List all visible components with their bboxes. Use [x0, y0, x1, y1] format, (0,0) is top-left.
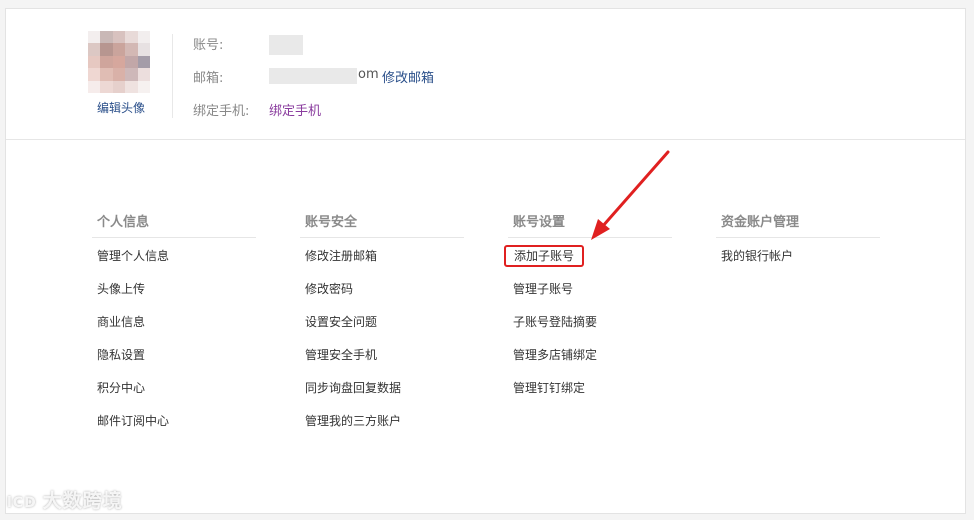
annotation-arrow-icon	[591, 150, 670, 240]
watermark: lCD 大数跨境	[7, 486, 123, 513]
watermark-logo: lCD	[7, 495, 37, 511]
watermark-text: 大数跨境	[42, 490, 123, 512]
